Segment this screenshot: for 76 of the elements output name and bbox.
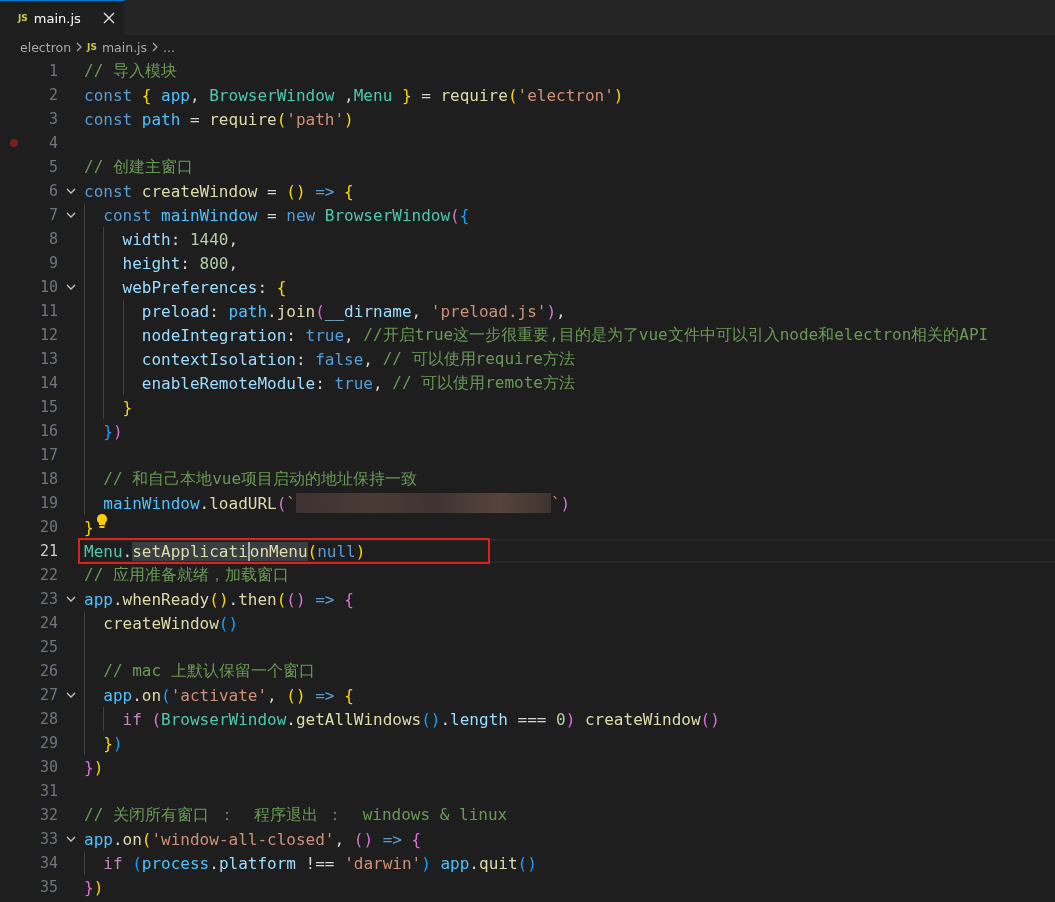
code-text: // 应用准备就绪，加载窗口 xyxy=(84,563,289,586)
code-text: // 创建主窗口 xyxy=(84,155,193,178)
line-number: 9 xyxy=(47,254,58,272)
code-text: } xyxy=(84,516,94,539)
line-number: 14 xyxy=(38,374,58,392)
line-number: 10 xyxy=(38,278,58,296)
editor-tab[interactable]: JS main.js xyxy=(0,0,125,35)
line-number: 1 xyxy=(47,62,58,80)
line-number: 31 xyxy=(38,782,58,800)
code-text: // 关闭所有窗口 ： 程序退出 ： windows & linux xyxy=(84,803,508,826)
code-text: const { app, BrowserWindow ,Menu } = require('electron') xyxy=(84,84,624,107)
breakpoint-dot[interactable] xyxy=(10,139,18,147)
line-number: 33 xyxy=(38,830,58,848)
line-number: 21 xyxy=(38,542,58,560)
line-number: 11 xyxy=(38,302,58,320)
code-text: if (BrowserWindow.getAllWindows().length === 0) createWindow() xyxy=(121,708,720,731)
code-text: }) xyxy=(84,756,104,779)
line-number: 22 xyxy=(38,566,58,584)
code-text: preload: path.join(__dirname, 'preload.js'), xyxy=(140,300,566,323)
code-text: }) xyxy=(102,420,123,443)
code-text: } xyxy=(121,396,133,419)
line-number: 13 xyxy=(38,350,58,368)
line-number: 5 xyxy=(47,158,58,176)
code-text: Menu.setApplicati xyxy=(84,540,248,563)
line-number: 25 xyxy=(38,638,58,656)
line-number: 19 xyxy=(38,494,58,512)
line-number: 8 xyxy=(47,230,58,248)
line-number: 6 xyxy=(47,182,58,200)
line-number: 28 xyxy=(38,710,58,728)
code-text: if (process.platform !== 'darwin') app.quit() xyxy=(102,852,537,875)
code-text: mainWindow.loadURL(` xyxy=(102,492,296,515)
code-text: const path = require('path') xyxy=(84,108,354,131)
code-text: }) xyxy=(84,876,104,899)
code-text: app.on('window-all-closed', () => { xyxy=(84,828,422,851)
line-number: 7 xyxy=(47,206,58,224)
line-number: 17 xyxy=(38,446,58,464)
breadcrumb-item[interactable]: electron xyxy=(20,39,72,55)
lightbulb-icon[interactable] xyxy=(94,513,109,529)
line-number: 26 xyxy=(38,662,58,680)
line-number: 12 xyxy=(38,326,58,344)
close-icon[interactable] xyxy=(102,11,116,25)
line-number: 24 xyxy=(38,614,58,632)
code-text: nodeIntegration: true, //开启true这一步很重要,目的是为了vue文件中可以引入node和electron相关的API xyxy=(140,323,989,347)
line-number: 34 xyxy=(38,854,58,872)
line-number: 30 xyxy=(38,758,58,776)
code-text: width: 1440, xyxy=(121,228,239,251)
line-number: 20 xyxy=(38,518,58,536)
code-text: // 导入模块 xyxy=(84,59,177,82)
code-text: `) xyxy=(550,492,571,515)
code-text: contextIsolation: false, // 可以使用require方法 xyxy=(140,347,575,371)
text-cursor xyxy=(247,541,250,561)
code-text: // mac 上默认保留一个窗口 xyxy=(102,659,315,682)
code-text: createWindow() xyxy=(102,612,239,635)
line-number: 3 xyxy=(47,110,58,128)
line-number: 27 xyxy=(38,686,58,704)
code-text: const createWindow = () => { xyxy=(84,180,354,203)
code-text: // 和自己本地vue项目启动的地址保持一致 xyxy=(102,467,418,490)
code-text: webPreferences: { xyxy=(121,276,287,299)
code-text: enableRemoteModule: true, // 可以使用remote方法 xyxy=(140,371,575,395)
line-number: 32 xyxy=(38,806,58,824)
code-text: height: 800, xyxy=(121,252,239,275)
code-text: app.on('activate', () => { xyxy=(102,684,354,707)
line-number: 35 xyxy=(38,878,58,896)
line-number: 16 xyxy=(38,422,58,440)
line-number: 15 xyxy=(38,398,58,416)
code-text: const mainWindow = new BrowserWindow({ xyxy=(102,204,470,227)
line-number: 2 xyxy=(47,86,58,104)
code-text: }) xyxy=(102,732,123,755)
code-text: onMenu(null) xyxy=(249,540,366,563)
breadcrumb-item[interactable]: JS main.js xyxy=(87,39,148,55)
line-number: 4 xyxy=(47,134,58,152)
code-text: app.whenReady().then(() => { xyxy=(84,588,354,611)
line-number: 29 xyxy=(38,734,58,752)
line-number: 23 xyxy=(38,590,58,608)
breadcrumb-item[interactable]: ... xyxy=(163,39,176,55)
line-number: 18 xyxy=(38,470,58,488)
